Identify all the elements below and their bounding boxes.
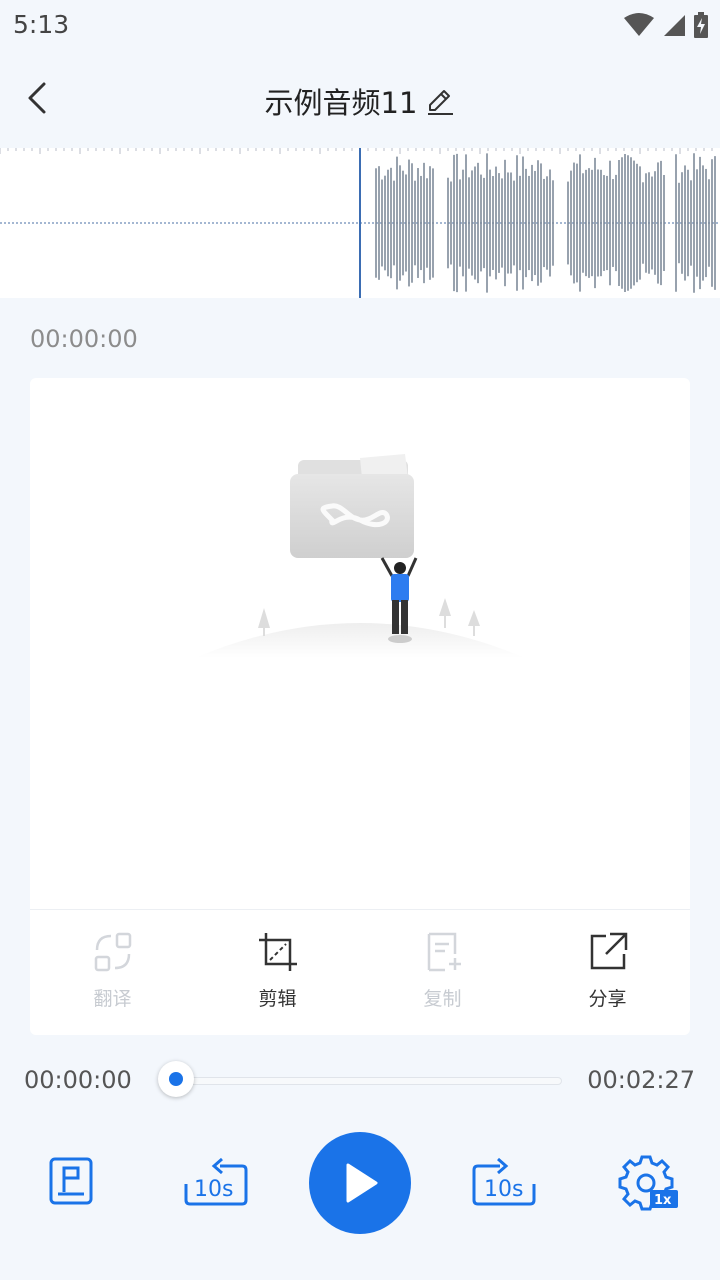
signal-icon bbox=[664, 15, 685, 36]
copy-button[interactable]: 复制 bbox=[360, 930, 525, 1020]
play-button[interactable] bbox=[309, 1132, 411, 1234]
status-time: 5:13 bbox=[13, 10, 70, 39]
clip-button[interactable]: 剪辑 bbox=[195, 930, 360, 1020]
duration-time: 00:02:27 bbox=[587, 1066, 695, 1094]
copy-label: 复制 bbox=[423, 988, 462, 1010]
waveform[interactable] bbox=[0, 148, 720, 298]
bookmark-button[interactable] bbox=[48, 1156, 96, 1210]
action-bar: 翻译 剪辑 复制 分享 bbox=[30, 930, 690, 1020]
wifi-icon bbox=[624, 13, 654, 36]
translate-button[interactable]: 翻译 bbox=[30, 930, 195, 1020]
position-time: 00:00:00 bbox=[24, 1066, 132, 1094]
transcript-card: 翻译 剪辑 复制 分享 bbox=[30, 378, 690, 1035]
current-time: 00:00:00 bbox=[30, 325, 138, 353]
translate-label: 翻译 bbox=[93, 988, 132, 1010]
share-label: 分享 bbox=[588, 988, 627, 1010]
battery-icon bbox=[694, 12, 708, 38]
status-bar: 5:13 bbox=[0, 0, 720, 50]
title-area: 示例音频11 bbox=[0, 80, 720, 123]
share-button[interactable]: 分享 bbox=[525, 930, 690, 1020]
progress-row: 00:00:00 00:02:27 bbox=[0, 1055, 720, 1105]
playback-controls: 10s 10s 1x bbox=[0, 1130, 720, 1240]
card-divider bbox=[30, 909, 690, 910]
header: 示例音频11 bbox=[0, 50, 720, 148]
seek-bar[interactable] bbox=[176, 1077, 562, 1085]
play-icon bbox=[346, 1163, 378, 1203]
status-icons bbox=[624, 12, 708, 38]
clip-label: 剪辑 bbox=[258, 988, 297, 1010]
forward-10-icon: 10s bbox=[472, 1157, 536, 1206]
skip-forward-button[interactable]: 10s bbox=[470, 1156, 538, 1212]
edit-title-button[interactable] bbox=[425, 86, 455, 123]
copy-icon bbox=[427, 932, 461, 972]
page-title: 示例音频11 bbox=[264, 86, 418, 120]
crop-icon bbox=[258, 933, 297, 971]
gear-speed-icon: 1x bbox=[618, 1155, 678, 1211]
seek-thumb[interactable] bbox=[158, 1061, 194, 1097]
empty-state-illustration bbox=[195, 454, 525, 658]
translate-icon bbox=[94, 932, 131, 972]
share-icon bbox=[590, 932, 627, 970]
speed-settings-button[interactable]: 1x bbox=[618, 1154, 680, 1216]
flag-note-icon bbox=[49, 1157, 93, 1205]
skip-back-text: 10s bbox=[194, 1177, 233, 1202]
skip-back-button[interactable]: 10s bbox=[182, 1156, 250, 1212]
waveform-graphic bbox=[0, 148, 720, 298]
speed-badge: 1x bbox=[654, 1193, 672, 1208]
skip-forward-text: 10s bbox=[484, 1177, 523, 1202]
rewind-10-icon: 10s bbox=[184, 1157, 248, 1206]
pencil-icon bbox=[428, 90, 454, 115]
